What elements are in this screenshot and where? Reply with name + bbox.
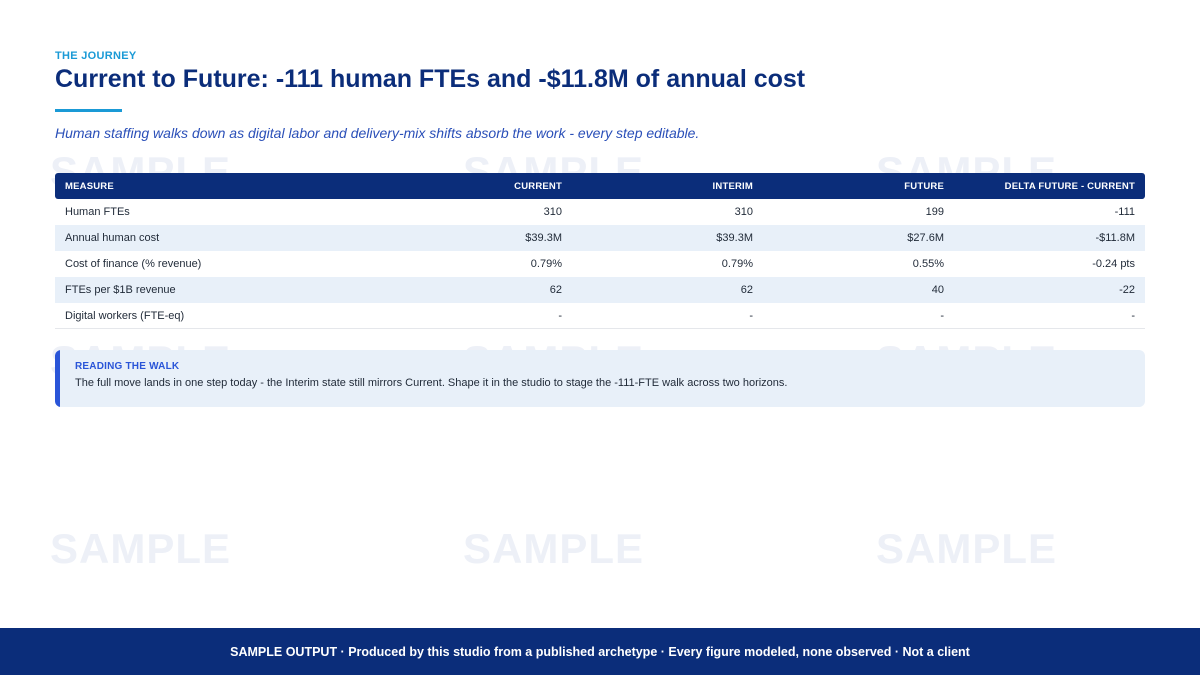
table-row: Human FTEs 310 310 199 -111 [55,199,1145,225]
watermark: SAMPLE [463,525,645,572]
delta-cell: - [1131,309,1135,322]
footer-text: SAMPLE OUTPUT · Produced by this studio … [230,644,970,659]
callout-label: READING THE WALK [75,361,180,372]
footer-banner: SAMPLE OUTPUT · Produced by this studio … [0,628,1200,675]
measure-cell: Human FTEs [65,206,130,218]
delta-cell: -0.24 pts [1092,258,1135,270]
interim-cell: - [749,309,753,322]
column-header-measure: MEASURE [65,180,114,192]
interim-cell: 62 [740,284,753,296]
delta-cell: -$11.8M [1095,232,1135,244]
table-row: Cost of finance (% revenue) 0.79% 0.79% … [55,251,1145,277]
table-row: FTEs per $1B revenue 62 62 40 -22 [55,277,1145,303]
measure-cell: Cost of finance (% revenue) [65,258,202,270]
watermark: SAMPLE [50,525,232,572]
reading-callout: READING THE WALK The full move lands in … [55,350,1145,407]
watermark-layer: SAMPLE SAMPLE SAMPLE SAMPLE SAMPLE SAMPL… [0,0,1200,675]
title-accent-rule [55,109,122,112]
future-cell: 0.55% [912,258,944,270]
future-cell: $27.6M [907,232,944,244]
callout-accent-bar [55,350,60,407]
measure-cell: Annual human cost [65,232,160,244]
table-header: MEASURE CURRENT INTERIM FUTURE DELTA FUT… [55,173,1145,199]
interim-cell: 310 [734,206,753,218]
page-title: Current to Future: -111 human FTEs and -… [55,65,806,93]
interim-cell: 0.79% [721,258,753,270]
delta-cell: -22 [1119,284,1135,296]
current-cell: - [558,309,562,322]
future-cell: - [940,309,944,322]
table-row: Annual human cost $39.3M $39.3M $27.6M -… [55,225,1145,251]
delta-cell: -111 [1114,206,1135,218]
current-cell: 0.79% [530,258,562,270]
current-cell: 310 [543,206,562,218]
comparison-table: MEASURE CURRENT INTERIM FUTURE DELTA FUT… [55,173,1145,329]
current-cell: $39.3M [525,232,562,244]
watermark: SAMPLE [876,525,1058,572]
table-row: Digital workers (FTE-eq) - - - - [55,303,1145,329]
callout-text: The full move lands in one step today - … [75,377,788,389]
column-header-interim: INTERIM [712,180,753,192]
measure-cell: FTEs per $1B revenue [65,284,176,296]
future-cell: 199 [925,206,944,218]
page-subtitle: Human staffing walks down as digital lab… [55,125,700,141]
column-header-current: CURRENT [514,180,562,192]
eyebrow-label: THE JOURNEY [55,50,137,62]
current-cell: 62 [549,284,562,296]
column-header-future: FUTURE [904,180,944,192]
column-header-delta: DELTA FUTURE - CURRENT [1004,180,1135,192]
interim-cell: $39.3M [716,232,753,244]
future-cell: 40 [931,284,944,296]
measure-cell: Digital workers (FTE-eq) [65,309,185,322]
